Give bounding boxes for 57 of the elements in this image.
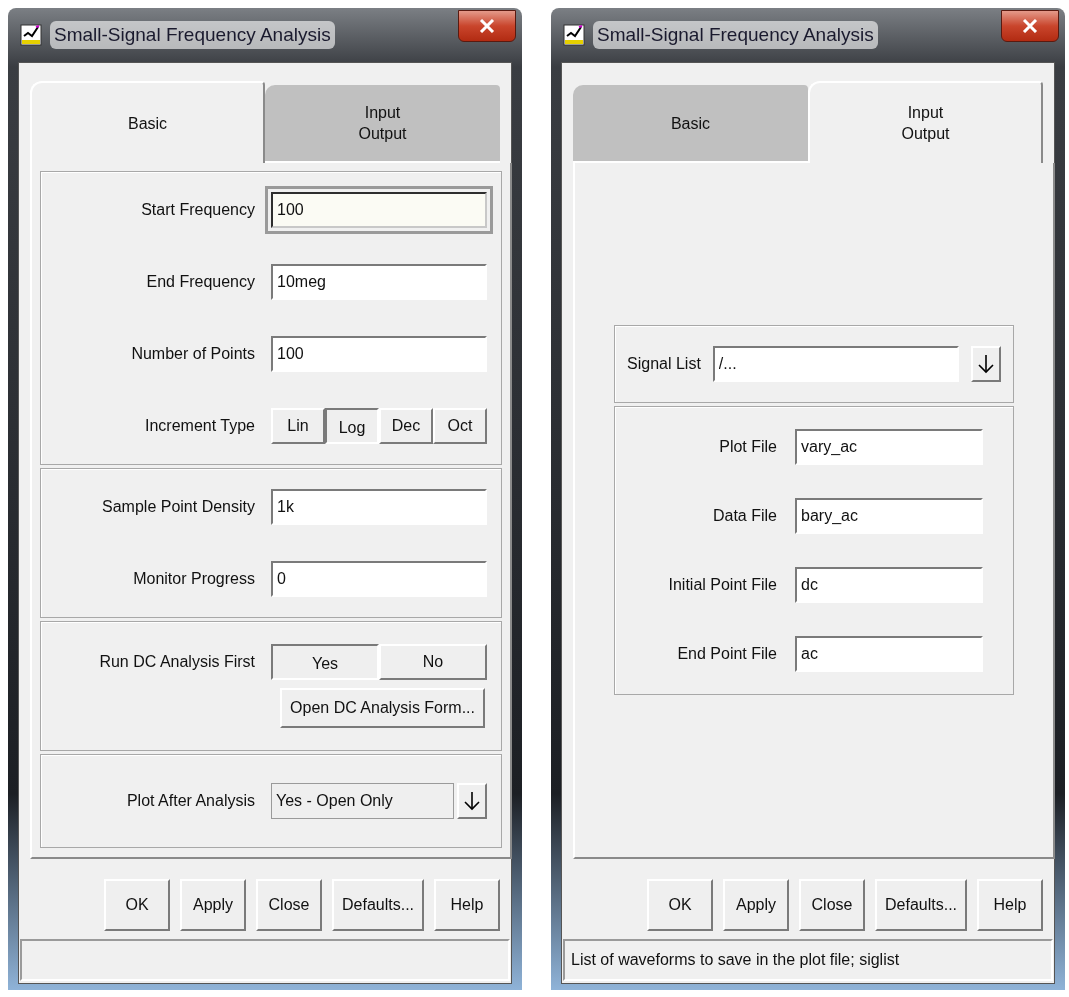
close-icon [479,19,495,33]
field-label: Plot After Analysis [125,791,256,811]
app-icon [20,24,42,46]
app-icon [563,24,585,46]
option-button[interactable]: Log [325,408,379,444]
option-button[interactable]: Lin [271,408,325,444]
tab[interactable]: Input Output [807,81,1043,163]
dropdown-button[interactable] [457,783,487,819]
field-label: Increment Type [144,416,256,436]
input-field[interactable]: 1k [271,489,487,525]
tab[interactable]: Input Output [265,85,500,163]
tab[interactable]: Basic [30,81,266,163]
field-label: Signal List [627,354,701,374]
dialog-button[interactable]: OK [647,879,713,931]
dialog-button[interactable]: Help [434,879,500,931]
input-field[interactable]: /... [712,346,959,382]
tab[interactable]: Basic [573,85,808,163]
window-title: Small-Signal Frequency Analysis [50,20,335,50]
close-button[interactable] [1001,10,1059,42]
input-field[interactable]: 100 [271,336,487,372]
dialog-button[interactable]: Apply [180,879,246,931]
option-button[interactable]: Oct [433,408,487,444]
field-label: Start Frequency [140,200,256,220]
field-label: End Point File [676,644,778,664]
window-title: Small-Signal Frequency Analysis [593,20,878,50]
dialog-button[interactable]: Help [977,879,1043,931]
status-text: List of waveforms to save in the plot file; siglist [571,950,900,970]
dialog-button[interactable]: Defaults... [332,879,424,931]
dialog-button[interactable]: Close [799,879,865,931]
dialog-button[interactable]: Defaults... [875,879,967,931]
field-label: Run DC Analysis First [98,652,256,672]
option-button[interactable]: Dec [379,408,433,444]
arrow-down-icon [464,791,480,811]
arrow-down-icon [978,354,994,374]
dialog-button[interactable]: Apply [723,879,789,931]
input-field[interactable]: dc [795,567,983,603]
field-label: Initial Point File [667,575,778,595]
close-button[interactable] [458,10,516,42]
dropdown-field[interactable]: Yes - Open Only [271,783,454,819]
field-label: Plot File [718,437,778,457]
dropdown-button[interactable] [971,346,1001,382]
field-label: End Frequency [145,272,256,292]
option-button[interactable]: Yes [271,644,379,680]
input-field[interactable]: ac [795,636,983,672]
option-button[interactable]: No [379,644,487,680]
dialog-button[interactable]: Close [256,879,322,931]
close-icon [1022,19,1038,33]
field-label: Data File [711,506,778,526]
open-form-button[interactable]: Open DC Analysis Form... [280,688,485,728]
input-field[interactable]: 10meg [271,264,487,300]
input-field[interactable]: vary_ac [795,429,983,465]
field-label: Monitor Progress [132,569,256,589]
field-label: Number of Points [130,344,256,364]
field-label: Sample Point Density [101,497,256,517]
input-field[interactable]: 0 [271,561,487,597]
dialog-button[interactable]: OK [104,879,170,931]
input-field[interactable]: bary_ac [795,498,983,534]
